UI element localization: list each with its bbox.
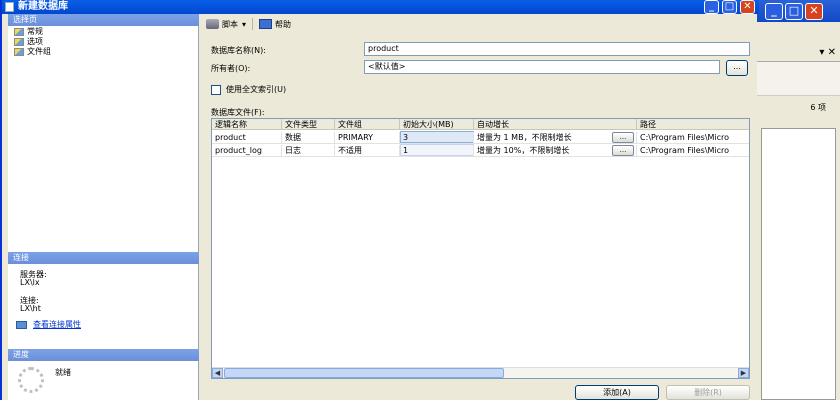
item-count: 6 项 (810, 103, 826, 112)
connection-header: 连接 (8, 252, 199, 264)
left-pane: 选择页 常规 选项 文件组 连接 服务器: LX\lx 连接: LX\ht 查看… (8, 14, 199, 400)
column-header[interactable]: 逻辑名称 (212, 119, 282, 130)
view-connection-properties-link[interactable]: 查看连接属性 (16, 319, 81, 330)
horizontal-scrollbar[interactable]: ◀ ▶ (212, 367, 749, 378)
panel-close-icon[interactable]: ▾ ✕ (819, 47, 836, 58)
column-header[interactable]: 初始大小(MB) (400, 119, 474, 130)
panel-header: ▾ ✕ (757, 44, 840, 62)
fulltext-checkbox[interactable]: 使用全文索引(U) (211, 84, 286, 95)
minimize-button[interactable]: _ (704, 0, 719, 14)
items-list[interactable] (761, 128, 836, 400)
close-icon[interactable]: ✕ (805, 3, 823, 20)
dialog-titlebar: 新建数据库 (2, 0, 759, 14)
script-dropdown-icon[interactable]: ▾ (242, 20, 246, 29)
remove-button[interactable]: 删除(R) (666, 385, 750, 400)
cell-filegroup[interactable]: PRIMARY (335, 132, 400, 143)
page-filegroups[interactable]: 文件组 (14, 47, 51, 57)
progress-header: 进度 (8, 349, 199, 361)
select-page-header: 选择页 (8, 14, 199, 26)
new-database-dialog: 新建数据库 _ □ ✕ 选择页 常规 选项 文件组 连接 服务器: LX\lx … (0, 0, 759, 400)
column-header[interactable]: 路径 (637, 119, 749, 130)
scroll-right-icon[interactable]: ▶ (738, 368, 749, 378)
scrollbar-thumb[interactable] (224, 368, 504, 378)
connection-value: LX\ht (20, 304, 41, 313)
progress-status: 就绪 (55, 368, 71, 377)
cell-path[interactable]: C:\Program Files\Micro (637, 132, 749, 143)
server-value: LX\lx (20, 278, 40, 287)
maximize-icon[interactable]: □ (785, 3, 803, 20)
cell-logical-name[interactable]: product (212, 132, 282, 143)
table-row[interactable]: product_log 日志 不适用 1 增量为 10%，不限制增长 ... C… (212, 144, 749, 157)
owner-field[interactable]: <默认值> (364, 60, 720, 74)
cell-file-type[interactable]: 数据 (282, 132, 335, 143)
cell-path[interactable]: C:\Program Files\Micro (637, 145, 749, 156)
scroll-left-icon[interactable]: ◀ (212, 368, 223, 378)
help-button[interactable]: 帮助 (275, 19, 291, 30)
owner-label: 所有者(O): (211, 64, 251, 73)
db-name-field[interactable]: product (364, 42, 750, 56)
page-general[interactable]: 常规 (14, 27, 43, 37)
progress-spinner-icon (18, 367, 44, 393)
page-icon (14, 48, 24, 56)
autogrowth-browse-button[interactable]: ... (612, 145, 634, 156)
cell-file-type[interactable]: 日志 (282, 145, 335, 156)
column-header[interactable]: 文件组 (335, 119, 400, 130)
column-header[interactable]: 自动增长 (474, 119, 637, 130)
table-header: 逻辑名称 文件类型 文件组 初始大小(MB) 自动增长 路径 (212, 119, 749, 130)
checkbox-icon[interactable] (211, 84, 221, 95)
minimize-icon[interactable]: _ (765, 3, 783, 20)
database-icon (5, 2, 14, 12)
close-button[interactable]: ✕ (740, 0, 755, 14)
autogrowth-browse-button[interactable]: ... (612, 132, 634, 143)
cell-logical-name[interactable]: product_log (212, 145, 282, 156)
script-button[interactable]: 脚本 (222, 19, 238, 30)
add-button[interactable]: 添加(A) (575, 385, 659, 400)
cell-initial-size[interactable]: 3 (400, 132, 474, 143)
dialog-title: 新建数据库 (18, 1, 68, 12)
db-files-label: 数据库文件(F): (211, 108, 265, 117)
table-row[interactable]: product 数据 PRIMARY 3 增量为 1 MB，不限制增长 ... … (212, 131, 749, 144)
owner-browse-button[interactable]: ... (726, 60, 748, 76)
panel-band (757, 62, 840, 96)
page-options[interactable]: 选项 (14, 37, 43, 47)
db-name-label: 数据库名称(N): (211, 46, 266, 55)
cell-filegroup[interactable]: 不适用 (335, 145, 400, 156)
connection-properties-icon (16, 320, 27, 329)
script-icon (206, 19, 219, 29)
maximize-button[interactable]: □ (722, 0, 737, 14)
help-icon (259, 19, 273, 29)
cell-initial-size[interactable]: 1 (400, 145, 474, 156)
toolbar-separator (252, 18, 254, 30)
column-header[interactable]: 文件类型 (282, 119, 335, 130)
toolbar: 脚本 ▾ 帮助 (206, 17, 291, 31)
page-icon (14, 38, 24, 46)
page-icon (14, 28, 24, 36)
database-files-table[interactable]: 逻辑名称 文件类型 文件组 初始大小(MB) 自动增长 路径 product 数… (211, 118, 750, 379)
background-window: _ □ ✕ ▾ ✕ 6 项 (756, 0, 840, 400)
